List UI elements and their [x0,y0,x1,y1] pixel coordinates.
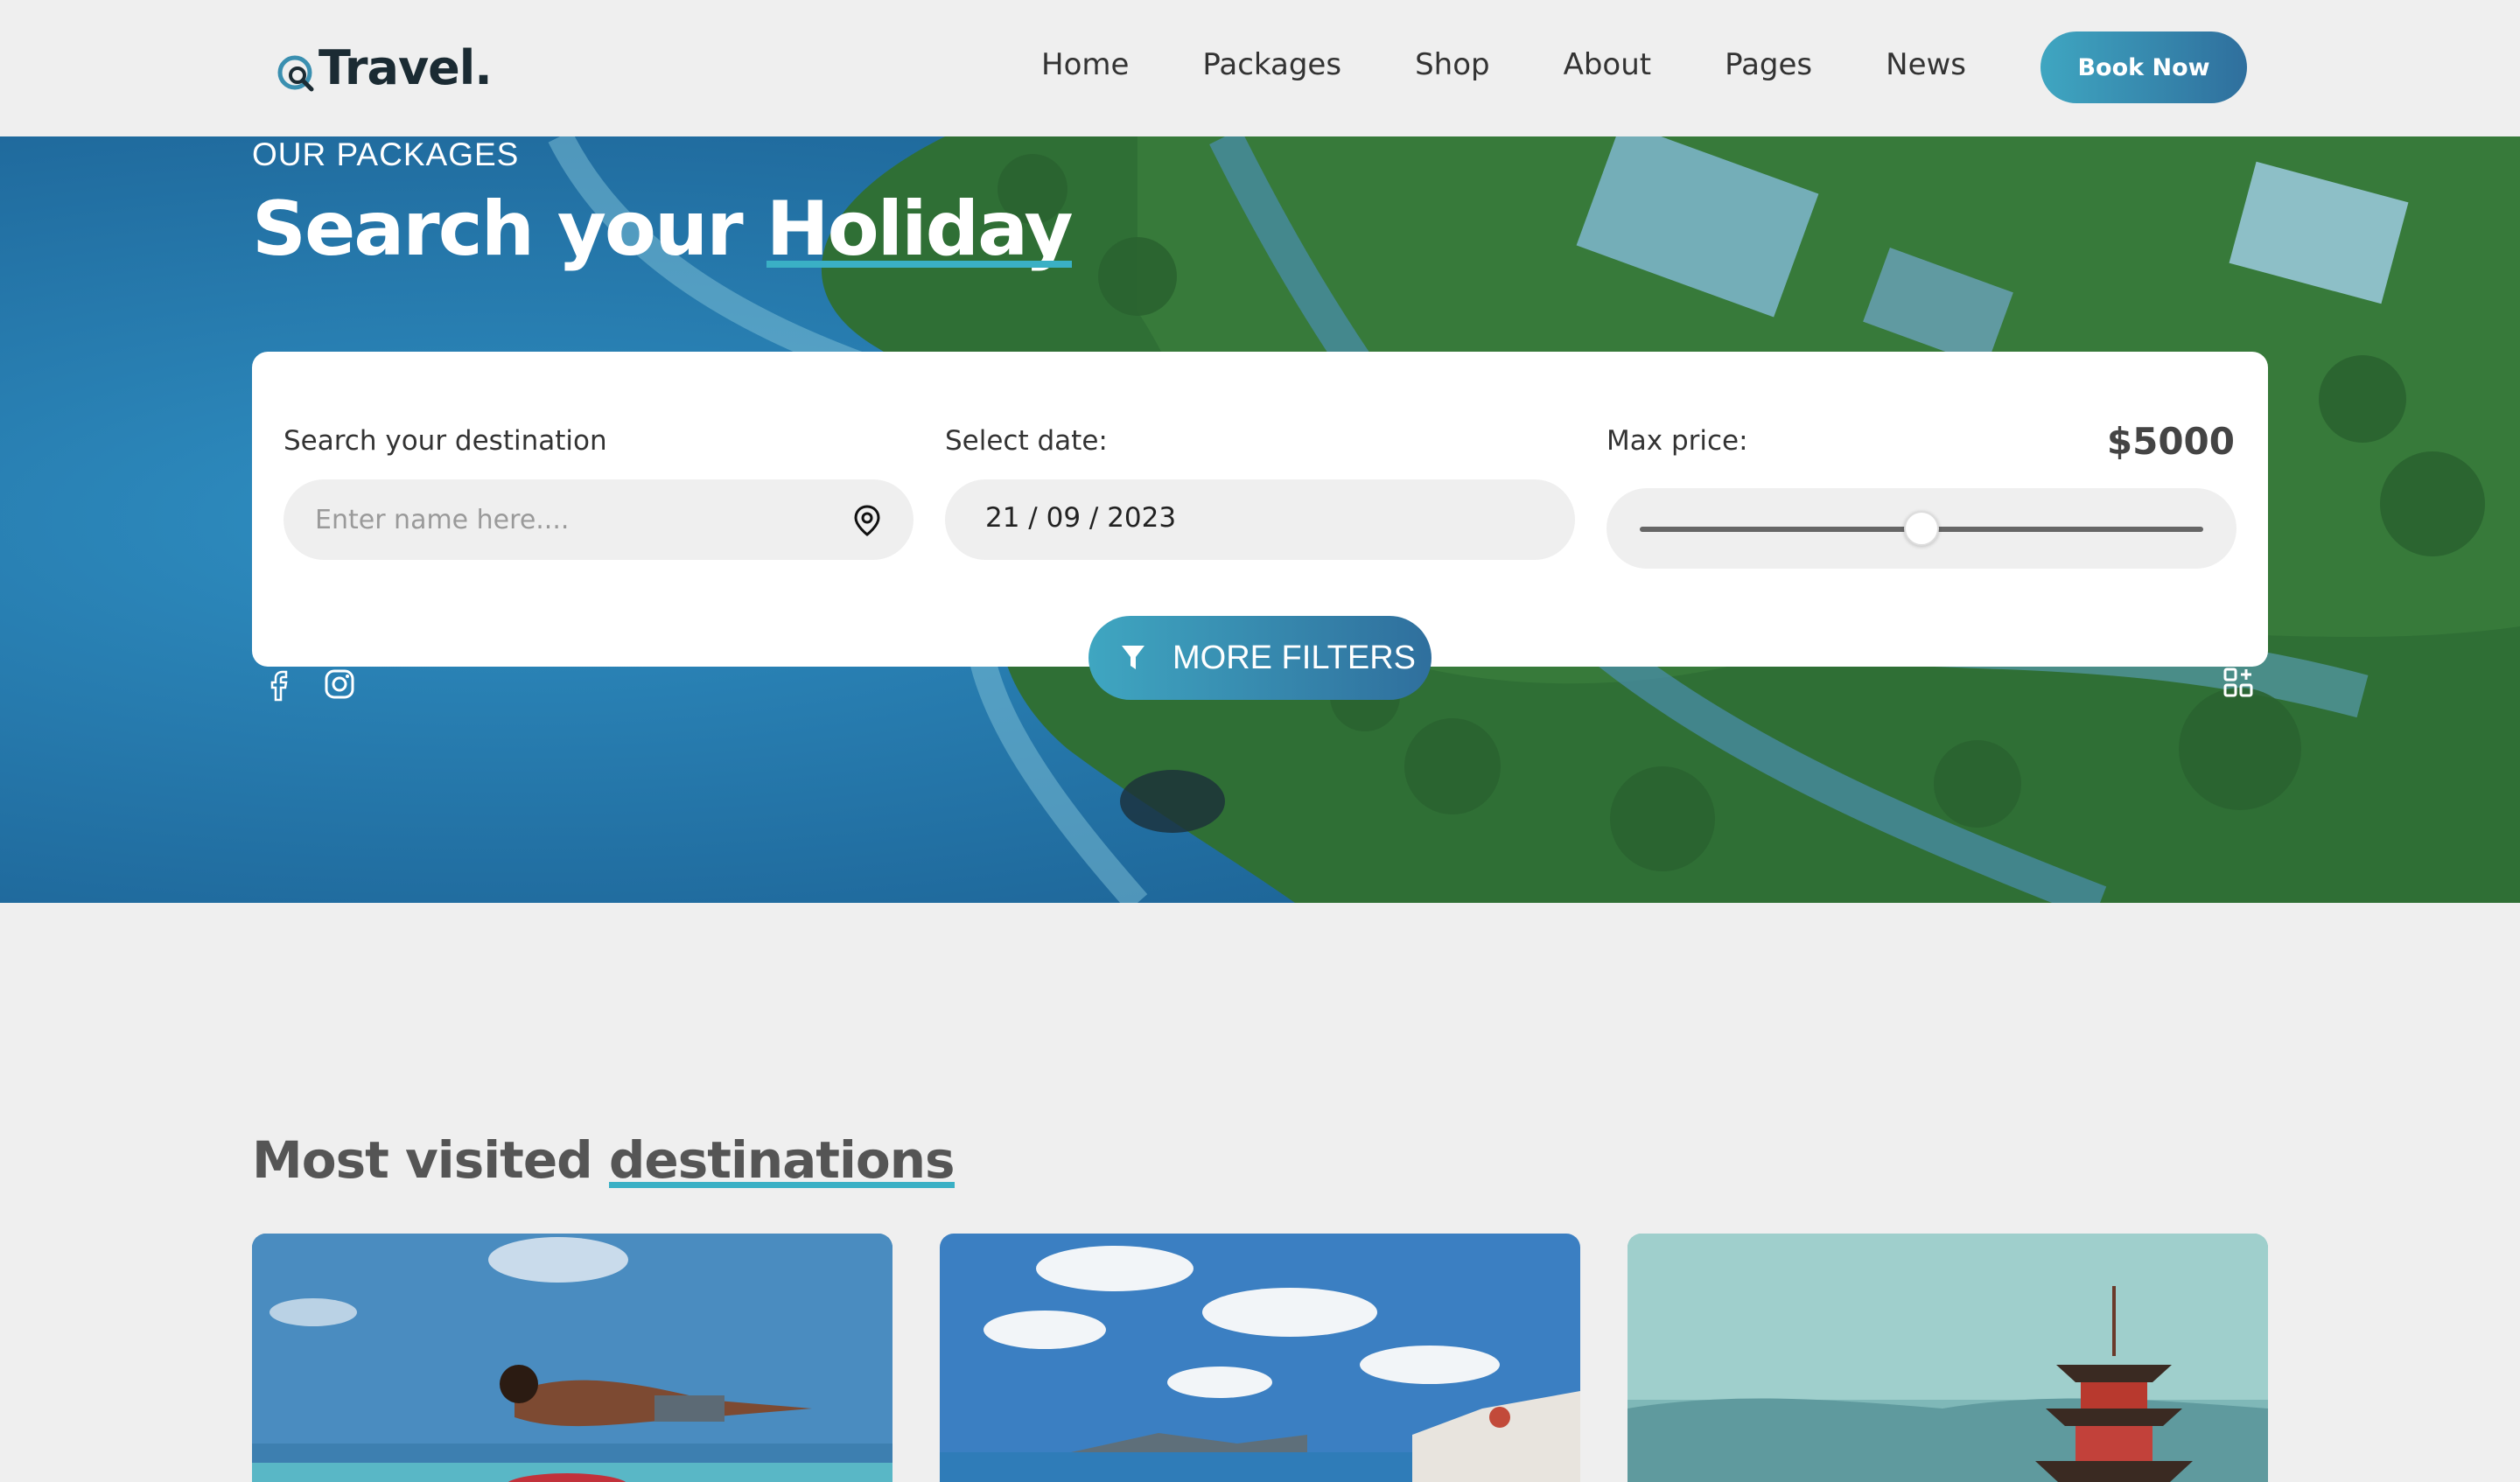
nav-about[interactable]: About [1564,47,1652,82]
destinations-title-plain: Most visited [252,1130,593,1190]
destinations-title-highlight: destinations [608,1130,956,1190]
facebook-icon[interactable] [262,667,298,702]
globe-search-icon [276,54,317,94]
nav-packages[interactable]: Packages [1202,47,1341,82]
price-value: $5000 [2106,420,2235,463]
nav-news[interactable]: News [1886,47,1966,82]
brand-logo[interactable]: Travel. [276,40,493,95]
nav-shop[interactable]: Shop [1415,47,1490,82]
hero-section: OUR PACKAGES Search your Holiday Search … [0,136,2520,903]
destination-input[interactable] [315,500,805,539]
nav-pages[interactable]: Pages [1725,47,1812,82]
social-links [262,667,357,702]
destination-field[interactable] [284,479,914,560]
hero-eyebrow: OUR PACKAGES [252,136,520,172]
hero-title: Search your Holiday [252,185,1074,273]
nav-home[interactable]: Home [1041,47,1129,82]
brand-name: Travel. [318,40,493,95]
destinations-title: Most visited destinations [252,1130,956,1190]
destination-card[interactable] [252,1234,892,1482]
hero-title-highlight: Holiday [766,185,1074,273]
instagram-icon[interactable] [322,667,357,702]
grid-add-icon[interactable] [2222,667,2254,698]
navbar: Travel. Home Packages Shop About Pages N… [0,0,2520,136]
date-label: Select date: [945,425,1108,457]
filter-funnel-icon [1120,643,1146,673]
destination-image-santorini [940,1234,1580,1482]
more-filters-label: MORE FILTERS [1172,639,1416,676]
price-slider-thumb[interactable] [1904,511,1939,546]
destination-label: Search your destination [284,425,607,457]
main-nav: Home Packages Shop About Pages News [1041,47,1966,82]
destination-card[interactable] [1628,1234,2268,1482]
date-value: 21 / 09 / 2023 [985,502,1177,534]
location-pin-icon [852,504,882,537]
destination-card[interactable] [940,1234,1580,1482]
more-filters-button[interactable]: MORE FILTERS [1088,616,1432,700]
date-field[interactable]: 21 / 09 / 2023 [945,479,1575,560]
destination-image-pagoda [1628,1234,2268,1482]
destination-image-beach [252,1234,892,1482]
price-label: Max price: [1606,425,1748,457]
hero-title-plain: Search your [252,185,744,273]
book-now-button[interactable]: Book Now [2040,31,2247,103]
price-slider-field [1606,488,2236,569]
